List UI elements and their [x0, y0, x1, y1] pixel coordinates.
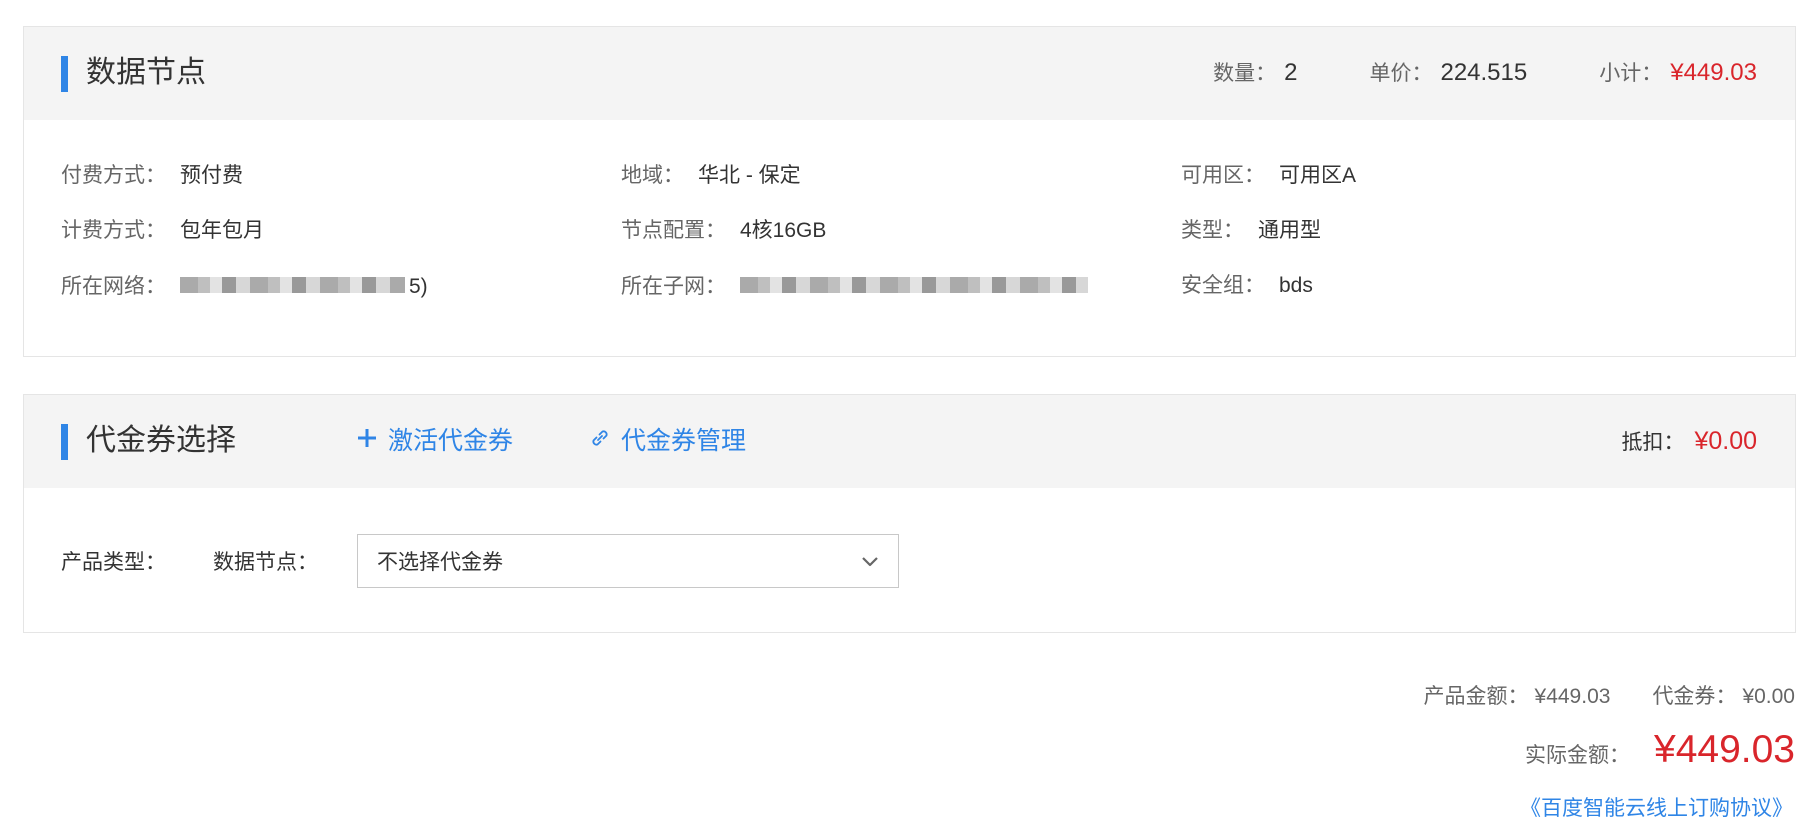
node-info-grid: 付费方式： 预付费 地域： 华北 - 保定 可用区： 可用区A 计费方式： 包年… — [61, 161, 1761, 326]
manage-voucher-label: 代金券管理 — [621, 427, 747, 455]
chevron-down-icon — [860, 552, 880, 572]
purchase-agreement-link[interactable]: 《百度智能云线上订购协议》 — [1520, 792, 1793, 822]
deduction: 抵扣： ¥0.00 — [1621, 423, 1757, 461]
data-node-label: 数据节点： — [213, 551, 318, 574]
region-label: 地域 — [621, 164, 663, 187]
unit-price-label: 单价 — [1369, 62, 1412, 85]
subtotal-stat: 小计： ¥449.03 — [1599, 55, 1757, 92]
product-type-label: 产品类型： — [61, 551, 166, 574]
billing-mode-value: 预付费 — [180, 164, 243, 187]
node-config-label: 节点配置 — [621, 219, 705, 242]
type-label: 类型 — [1181, 219, 1223, 242]
network-value-tail: 5) — [409, 275, 428, 298]
zone-field: 可用区： 可用区A — [1181, 161, 1741, 216]
charge-type-field: 计费方式： 包年包月 — [61, 216, 621, 271]
charge-type-label: 计费方式 — [61, 219, 145, 242]
product-amount: 产品金额： ¥449.03 — [1424, 680, 1611, 710]
info-row: 付费方式： 预付费 地域： 华北 - 保定 可用区： 可用区A — [61, 161, 1761, 216]
info-row: 所在网络： 5) 所在子网： 安全组： bds — [61, 271, 1761, 326]
redacted-subnet-value — [740, 277, 1088, 293]
actual-amount-value: ¥449.03 — [1654, 728, 1795, 771]
zone-label: 可用区 — [1181, 164, 1244, 187]
actual-amount-label: 实际金额： — [1525, 744, 1631, 767]
actual-amount: 实际金额： ¥449.03 — [1525, 728, 1795, 772]
zone-value: 可用区A — [1279, 164, 1357, 187]
type-field: 类型： 通用型 — [1181, 216, 1741, 271]
voucher-select-row: 产品类型： 数据节点： 不选择代金券 — [61, 534, 899, 588]
network-field: 所在网络： 5) — [61, 271, 621, 326]
voucher-header: 代金券选择 激活代金券 代金券管理 抵扣： ¥0.00 — [24, 395, 1795, 488]
billing-mode-field: 付费方式： 预付费 — [61, 161, 621, 216]
type-value: 通用型 — [1258, 219, 1321, 242]
deduct-label: 抵扣 — [1621, 431, 1664, 454]
subnet-label: 所在子网 — [621, 275, 705, 298]
activate-voucher-link[interactable]: 激活代金券 — [356, 423, 513, 459]
plus-icon — [356, 423, 378, 459]
product-amount-value: ¥449.03 — [1534, 685, 1611, 708]
charge-type-value: 包年包月 — [180, 219, 264, 242]
billing-mode-label: 付费方式 — [61, 164, 145, 187]
region-value: 华北 - 保定 — [698, 164, 801, 187]
unit-price-value: 224.515 — [1440, 59, 1528, 86]
voucher-amount-label: 代金券 — [1652, 685, 1716, 708]
unit-price-stat: 单价： 224.515 — [1369, 55, 1527, 92]
link-icon — [589, 423, 611, 459]
section-accent-bar — [61, 424, 68, 460]
voucher-select-value: 不选择代金券 — [377, 551, 503, 574]
redacted-network-value — [180, 277, 405, 293]
section-accent-bar — [61, 56, 68, 92]
security-group-label: 安全组 — [1181, 274, 1244, 297]
voucher-amount: 代金券： ¥0.00 — [1652, 680, 1795, 710]
region-field: 地域： 华北 - 保定 — [621, 161, 1181, 216]
data-nodes-panel: 数据节点 数量： 2 单价： 224.515 小计： ¥449.03 付费方式：… — [23, 26, 1796, 357]
node-config-field: 节点配置： 4核16GB — [621, 216, 1181, 271]
info-row: 计费方式： 包年包月 节点配置： 4核16GB 类型： 通用型 — [61, 216, 1761, 271]
voucher-amount-value: ¥0.00 — [1742, 685, 1795, 708]
product-amount-label: 产品金额 — [1423, 685, 1508, 708]
price-summary: 产品金额： ¥449.03 代金券： ¥0.00 — [1382, 680, 1795, 710]
subnet-field: 所在子网： — [621, 271, 1181, 326]
data-nodes-title: 数据节点 — [86, 56, 206, 89]
deduct-value: ¥0.00 — [1694, 427, 1757, 455]
quantity-label: 数量 — [1213, 62, 1256, 85]
security-group-value: bds — [1279, 274, 1313, 297]
node-config-value: 4核16GB — [740, 219, 827, 242]
manage-voucher-link[interactable]: 代金券管理 — [589, 423, 746, 459]
quantity-stat: 数量： 2 — [1213, 55, 1297, 92]
subtotal-value: ¥449.03 — [1670, 59, 1757, 86]
security-group-field: 安全组： bds — [1181, 271, 1741, 326]
data-nodes-header: 数据节点 数量： 2 单价： 224.515 小计： ¥449.03 — [24, 27, 1795, 120]
voucher-select[interactable]: 不选择代金券 — [357, 534, 899, 588]
price-stats: 数量： 2 单价： 224.515 小计： ¥449.03 — [1141, 55, 1757, 92]
activate-voucher-label: 激活代金券 — [388, 427, 514, 455]
voucher-panel: 代金券选择 激活代金券 代金券管理 抵扣： ¥0.00 产品类型： 数据节点： — [23, 394, 1796, 633]
quantity-value: 2 — [1284, 59, 1298, 86]
voucher-title: 代金券选择 — [86, 424, 236, 457]
subtotal-label: 小计 — [1599, 62, 1642, 85]
network-label: 所在网络 — [61, 275, 145, 298]
